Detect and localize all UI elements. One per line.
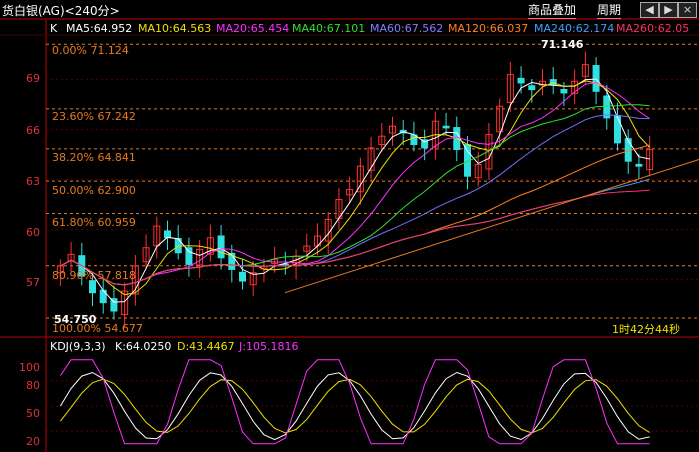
candle-body [528, 85, 536, 91]
candle-body [442, 125, 450, 129]
candle-body [635, 163, 643, 167]
legend-ma240: MA240:62.174 [534, 22, 615, 35]
fib-level-label: 23.60% 67.242 [52, 110, 136, 123]
fib-level-label: 50.00% 62.900 [52, 184, 136, 197]
legend-ma260: MA260:62.05 [616, 22, 690, 35]
kdj-k-value: K:64.0250 [115, 340, 172, 353]
legend-ma40: MA40:67.101 [292, 22, 366, 35]
y-axis-label: 57 [26, 276, 40, 289]
legend-ma20: MA20:65.454 [216, 22, 290, 35]
kdj-axis-label: 50 [26, 407, 40, 420]
ma260-line [60, 189, 650, 286]
fib-level-label: 0.00% 71.124 [52, 44, 129, 57]
candle-body [560, 88, 568, 94]
candle-body [517, 77, 525, 84]
legend-ma5: MA5:64.952 [66, 22, 133, 35]
legend-ma60: MA60:67.562 [370, 22, 444, 35]
countdown-timer: 1时42分44秒 [612, 323, 680, 336]
candle-body [614, 115, 621, 144]
fib-level-label: 80.90% 57.818 [52, 269, 136, 282]
high-price-marker: 71.146 [541, 38, 584, 51]
legend-ma10: MA10:64.563 [138, 22, 212, 35]
candle-body [217, 235, 225, 259]
kdj-axis-label: 20 [26, 435, 40, 448]
kdj-label: KDJ(9,3,3) [50, 340, 106, 353]
kdj-axis-label: 100 [19, 361, 40, 374]
kdj-axis-label: 80 [26, 379, 40, 392]
candle-body [185, 247, 193, 265]
y-axis-label: 63 [26, 175, 40, 188]
candle-body [239, 271, 246, 282]
legend-k: K [50, 22, 58, 35]
candle-body [592, 65, 600, 92]
y-axis-label: 60 [26, 226, 40, 239]
kdj-j-value: J:105.1816 [239, 340, 299, 353]
ma5-line [60, 78, 650, 303]
candle-body [89, 280, 96, 294]
fib-level-label: 61.80% 60.959 [52, 216, 136, 229]
low-price-marker: 54.750 [54, 313, 97, 326]
y-axis-label: 66 [26, 124, 40, 137]
fib-level-label: 38.20% 64.841 [52, 151, 136, 164]
legend-ma120: MA120:66.037 [448, 22, 529, 35]
kdj-d-value: D:43.4467 [177, 340, 235, 353]
y-axis-label: 69 [26, 72, 40, 85]
